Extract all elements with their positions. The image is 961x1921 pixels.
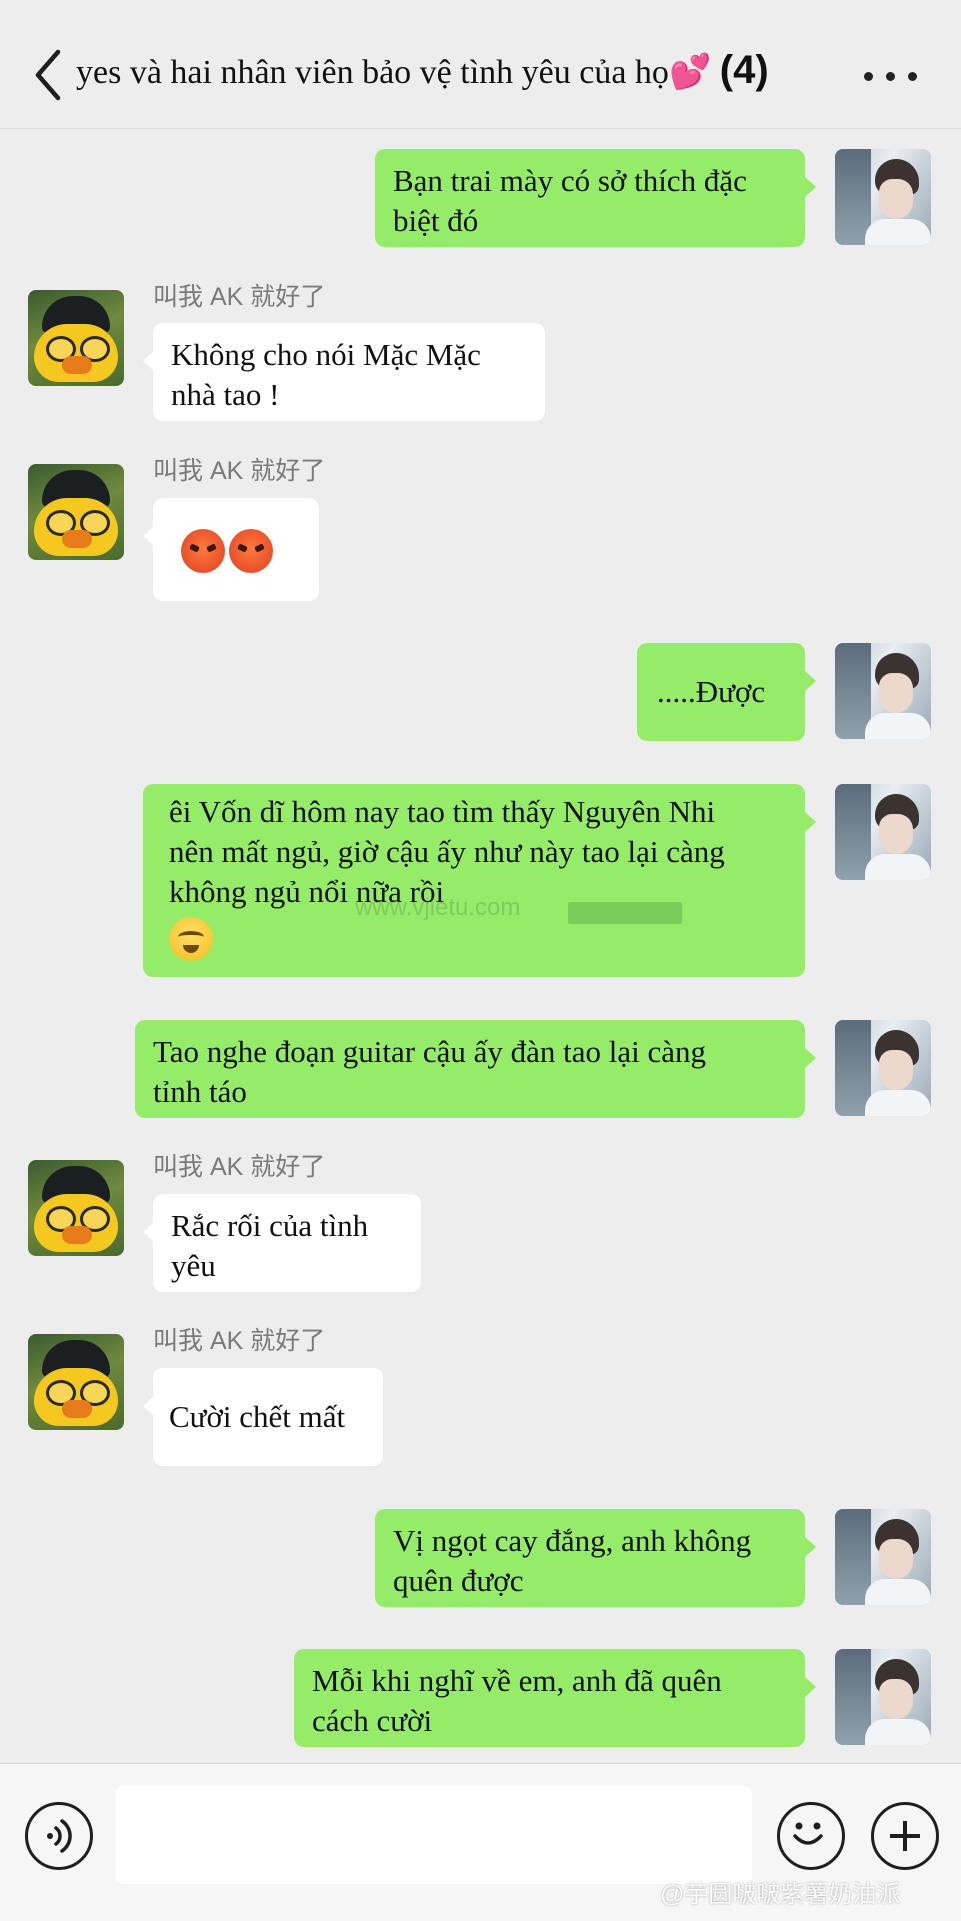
- watermark-bar: [568, 902, 682, 924]
- message-bubble-in[interactable]: Cười chết mất: [143, 1368, 383, 1466]
- sender-name: 叫我 AK 就好了: [153, 1153, 326, 1181]
- message-line: .....Được: [657, 674, 766, 709]
- message-line: biệt đó: [393, 203, 479, 238]
- message-bubble-out[interactable]: Mỗi khi nghĩ về em, anh đã quên cách cườ…: [294, 1649, 816, 1747]
- my-avatar[interactable]: [835, 1509, 931, 1605]
- friend-avatar[interactable]: [28, 1160, 124, 1256]
- voice-input-button[interactable]: [25, 1802, 93, 1870]
- message-line: cách cười: [312, 1703, 433, 1738]
- message-line: Mỗi khi nghĩ về em, anh đã quên: [312, 1663, 722, 1698]
- sender-name: 叫我 AK 就好了: [153, 457, 326, 485]
- watermark-text: www.vjietu.com: [355, 894, 521, 921]
- message-line: Không cho nói Mặc Mặc: [171, 337, 481, 372]
- angry-face-icon: [229, 528, 273, 573]
- message-line: nhà tao !: [171, 377, 280, 412]
- message-line: Vị ngọt cay đắng, anh không: [393, 1523, 752, 1558]
- message-line: yêu: [171, 1248, 216, 1283]
- message-bubble-out[interactable]: .....Được: [637, 643, 816, 741]
- add-attachment-button[interactable]: [871, 1802, 939, 1870]
- friend-avatar[interactable]: [28, 464, 124, 560]
- message-bubble-out[interactable]: Bạn trai mày có sở thích đặc biệt đó: [375, 149, 816, 247]
- back-arrow-icon[interactable]: [30, 46, 70, 104]
- message-bubble-out[interactable]: êi Vốn dĩ hôm nay tao tìm thấy Nguyên Nh…: [143, 784, 816, 977]
- message-line: tỉnh táo: [153, 1074, 247, 1109]
- message-line: Cười chết mất: [169, 1399, 346, 1434]
- message-line: Tao nghe đoạn guitar cậu ấy đàn tao lại …: [153, 1034, 707, 1069]
- friend-avatar[interactable]: [28, 290, 124, 386]
- my-avatar[interactable]: [835, 149, 931, 245]
- chat-header: yes và hai nhân viên bảo vệ tình yêu của…: [0, 0, 961, 129]
- message-bubble-out[interactable]: Vị ngọt cay đắng, anh không quên được: [375, 1509, 816, 1607]
- sender-name: 叫我 AK 就好了: [153, 283, 326, 311]
- emoji-button[interactable]: [777, 1802, 845, 1870]
- hearts-icon: 💕: [668, 54, 712, 91]
- chat-title-text: yes và hai nhân viên bảo vệ tình yêu của…: [76, 54, 669, 91]
- crying-face-icon: [169, 916, 213, 961]
- angry-face-icon: [181, 528, 225, 573]
- message-line: quên được: [393, 1563, 524, 1598]
- my-avatar[interactable]: [835, 784, 931, 880]
- chat-title: yes và hai nhân viên bảo vệ tình yêu của…: [76, 40, 856, 100]
- message-bubble-in[interactable]: Không cho nói Mặc Mặc nhà tao !: [143, 323, 545, 421]
- message-bubble-in[interactable]: [143, 498, 319, 601]
- my-avatar[interactable]: [835, 1649, 931, 1745]
- more-options-icon[interactable]: [860, 58, 920, 94]
- member-count: (4): [719, 48, 769, 92]
- my-avatar[interactable]: [835, 643, 931, 739]
- message-line: Bạn trai mày có sở thích đặc: [393, 163, 747, 198]
- sender-name: 叫我 AK 就好了: [153, 1327, 326, 1355]
- my-avatar[interactable]: [835, 1020, 931, 1116]
- voice-icon: [47, 1819, 72, 1853]
- message-line: nên mất ngủ, giờ cậu ấy như này tao lại …: [169, 834, 725, 869]
- smiley-icon: [793, 1822, 823, 1845]
- weibo-watermark: @芋圆啵啵紫薯奶油派: [660, 1881, 901, 1908]
- message-line: êi Vốn dĩ hôm nay tao tìm thấy Nguyên Nh…: [169, 794, 716, 829]
- message-bubble-out[interactable]: Tao nghe đoạn guitar cậu ấy đàn tao lại …: [135, 1020, 816, 1118]
- message-input[interactable]: [115, 1786, 752, 1884]
- friend-avatar[interactable]: [28, 1334, 124, 1430]
- message-line: Rắc rối của tình: [171, 1208, 369, 1243]
- message-bubble-in[interactable]: Rắc rối của tình yêu: [143, 1194, 421, 1292]
